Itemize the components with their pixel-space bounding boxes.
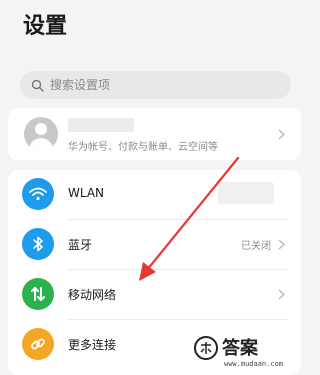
chevron-right-icon [277,128,285,140]
search-bar[interactable] [20,71,291,99]
chevron-right-icon [277,288,285,300]
wlan-network-name [218,182,274,204]
settings-item-label: 更多连接 [68,338,117,352]
settings-item-bluetooth[interactable]: 蓝牙 已关闭 [8,220,301,270]
settings-item-label: 移动网络 [68,288,117,302]
wifi-icon [22,178,54,210]
search-input[interactable] [50,78,270,92]
account-name [68,118,134,132]
watermark-url: www.mudaan.com [224,360,284,368]
settings-item-mobile-network[interactable]: 移动网络 [8,270,301,320]
watermark: 答案 www.mudaan.com [190,332,302,372]
settings-item-label: 蓝牙 [68,238,93,252]
watermark-brand: 答案 [222,338,258,359]
watermark-logo-icon [194,336,218,360]
mobile-data-icon [22,278,54,310]
bluetooth-status: 已关闭 [241,241,271,252]
account-card[interactable]: 华为帐号、付款与账单、云空间等 [8,108,301,160]
settings-item-wlan[interactable]: WLAN [8,170,301,220]
settings-item-label: WLAN [68,186,105,200]
account-subtitle: 华为帐号、付款与账单、云空间等 [68,142,218,153]
chevron-right-icon [277,238,285,250]
avatar [24,117,58,151]
bluetooth-icon [22,228,54,260]
page-title: 设置 [23,14,68,39]
link-icon [22,328,54,360]
search-icon [30,78,44,92]
